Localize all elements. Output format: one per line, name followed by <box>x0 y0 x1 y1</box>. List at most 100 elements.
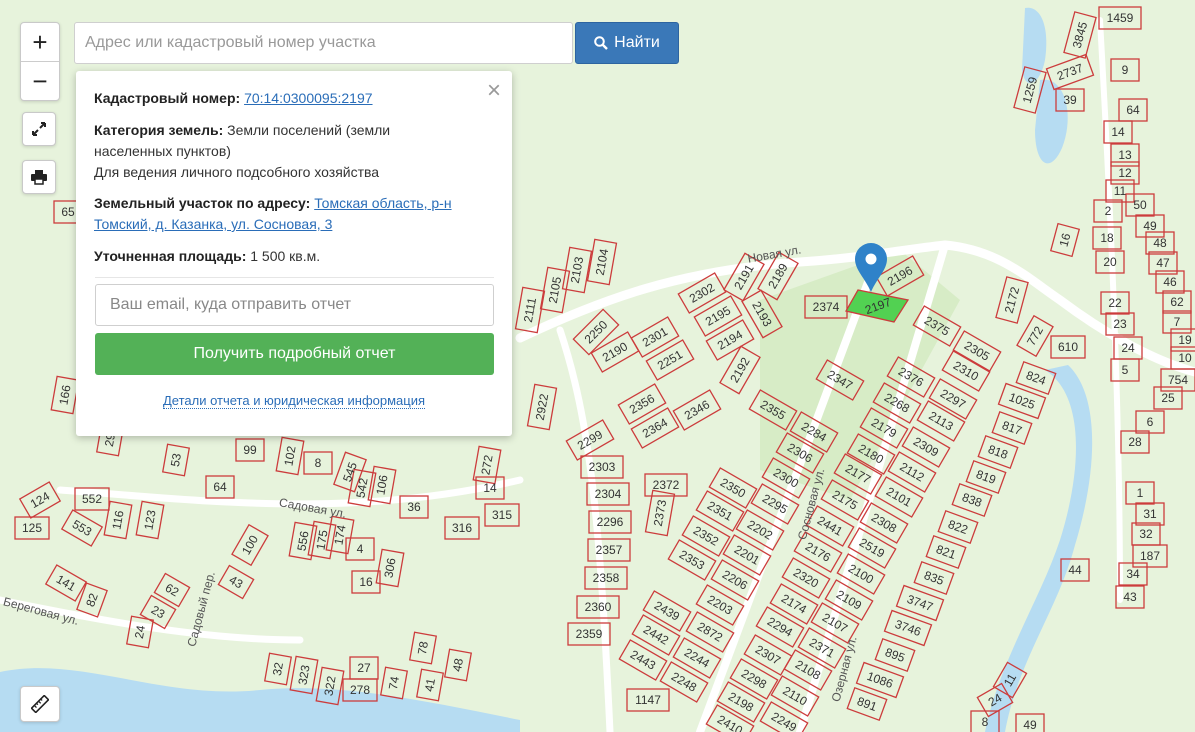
area-label: Уточненная площадь: <box>94 248 247 264</box>
parcel-number-label: 1 <box>1137 486 1144 500</box>
parcel-number-label: 8 <box>982 715 989 729</box>
parcel-number-label: 5 <box>1122 363 1129 377</box>
parcel-number-label: 49 <box>1143 219 1157 233</box>
parcel-number-label: 50 <box>1133 198 1147 212</box>
parcel-number-label: 19 <box>1178 333 1192 347</box>
parcel-number-label: 64 <box>213 480 227 494</box>
print-button[interactable] <box>22 160 56 194</box>
parcel-number-label: 24 <box>1121 341 1135 355</box>
parcel-number-label: 7 <box>1174 315 1181 329</box>
parcel-number-label: 46 <box>1163 275 1177 289</box>
parcel-number-label: 64 <box>1126 103 1140 117</box>
zoom-controls: + − <box>20 22 60 101</box>
parcel-number-label: 65 <box>61 205 75 219</box>
parcel-number-label: 316 <box>452 521 472 535</box>
parcel-number-label: 36 <box>407 500 421 514</box>
parcel-number-label: 187 <box>1140 549 1160 563</box>
parcel-number-label: 1459 <box>1107 11 1134 25</box>
parcel-number-label: 552 <box>82 492 102 506</box>
zoom-out-button[interactable]: − <box>21 61 59 100</box>
parcel-number-label: 32 <box>270 661 286 677</box>
printer-icon <box>31 170 47 185</box>
expand-icon <box>32 122 46 136</box>
category-label: Категория земель: <box>94 122 224 138</box>
parcel-number-label: 1147 <box>635 693 661 707</box>
parcel-number-label: 53 <box>168 452 184 468</box>
find-button-label: Найти <box>614 34 660 51</box>
parcel-number-label: 2303 <box>589 460 616 474</box>
ruler-button[interactable] <box>20 686 60 722</box>
address-label: Земельный участок по адресу: <box>94 195 311 211</box>
parcel-number-label: 125 <box>22 521 42 535</box>
parcel-number-label: 27 <box>357 661 371 675</box>
zoom-in-button[interactable]: + <box>21 23 59 61</box>
parcel-number-label: 74 <box>386 675 402 691</box>
parcel-info-popup: × Кадастровый номер: 70:14:0300095:2197 … <box>76 71 512 436</box>
parcel-number-label: 16 <box>359 575 373 589</box>
parcel-number-label: 49 <box>1023 718 1037 732</box>
parcel-number-label: 754 <box>1168 373 1188 387</box>
parcel-number-label: 11 <box>1114 184 1127 198</box>
parcel-number-label: 2360 <box>585 600 612 614</box>
parcel-number-label: 23 <box>1113 317 1127 331</box>
parcel-number-label: 20 <box>1103 255 1117 269</box>
parcel-number-label: 10 <box>1178 351 1192 365</box>
parcel-number-label: 44 <box>1068 563 1082 577</box>
parcel-number-label: 22 <box>1108 296 1122 310</box>
details-link[interactable]: Детали отчета и юридическая информация <box>76 393 512 409</box>
parcel-number-label: 48 <box>1153 236 1167 250</box>
parcel-number-label: 41 <box>422 677 438 693</box>
parcel-number-label: 2 <box>1105 204 1112 218</box>
parcel-number-label: 34 <box>1126 567 1140 581</box>
parcel-number-label: 31 <box>1143 507 1157 521</box>
parcel-number-label: 2374 <box>813 300 840 314</box>
parcel-number-label: 6 <box>1147 415 1154 429</box>
get-report-button[interactable]: Получить подробный отчет <box>95 333 494 375</box>
fullscreen-button[interactable] <box>22 112 56 146</box>
email-field[interactable] <box>95 284 494 326</box>
search-input[interactable] <box>74 22 573 64</box>
area-value: 1 500 кв.м. <box>250 248 321 264</box>
search-icon <box>594 36 609 50</box>
parcel-number-label: 39 <box>1063 93 1077 107</box>
parcel-number-label: 2372 <box>653 478 680 492</box>
parcel-number-label: 47 <box>1156 256 1170 270</box>
area-row: Уточненная площадь: 1 500 кв.м. <box>94 246 320 267</box>
parcel-number-label: 9 <box>1122 63 1129 77</box>
parcel-number-label: 14 <box>483 481 497 495</box>
parcel-number-label: 8 <box>315 456 322 470</box>
parcel-number-label: 14 <box>1111 125 1125 139</box>
parcel-number-label: 278 <box>350 683 370 697</box>
parcel-number-label: 18 <box>1100 231 1114 245</box>
parcel-number-label: 32 <box>1139 527 1153 541</box>
details-link-text: Детали отчета и юридическая информация <box>162 393 426 409</box>
parcel-number-label: 4 <box>357 542 364 556</box>
parcel-number-label: 2357 <box>596 543 623 557</box>
close-icon[interactable]: × <box>487 77 501 105</box>
divider <box>95 277 494 278</box>
parcel-number-label: 48 <box>450 657 466 673</box>
parcel-number-label: 99 <box>243 443 257 457</box>
category-row: Категория земель: Земли поселений (земли… <box>94 120 434 183</box>
cadastral-label: Кадастровый номер: <box>94 90 241 106</box>
parcel-number-label: 78 <box>415 640 431 656</box>
ruler-icon <box>31 695 49 713</box>
use-value: Для ведения личного подсобного хозяйства <box>94 164 380 180</box>
parcel-number-label: 315 <box>492 508 512 522</box>
parcel-number-label: 610 <box>1058 340 1078 354</box>
parcel-number-label: 12 <box>1118 166 1132 180</box>
cadastral-row: Кадастровый номер: 70:14:0300095:2197 <box>94 88 373 109</box>
cadastral-link[interactable]: 70:14:0300095:2197 <box>244 90 372 106</box>
parcel-number-label: 28 <box>1128 435 1142 449</box>
parcel-number-label: 13 <box>1118 148 1132 162</box>
find-button[interactable]: Найти <box>575 22 679 64</box>
address-row: Земельный участок по адресу: Томская обл… <box>94 193 489 235</box>
parcel-number-label: 2304 <box>595 487 622 501</box>
parcel-number-label: 25 <box>1161 391 1175 405</box>
parcel-number-label: 2296 <box>597 515 624 529</box>
parcel-number-label: 62 <box>1170 295 1184 309</box>
parcel-number-label: 43 <box>1123 590 1137 604</box>
parcel-number-label: 2359 <box>576 627 603 641</box>
parcel-number-label: 2358 <box>593 571 620 585</box>
parcel-number-label: 24 <box>132 624 148 640</box>
